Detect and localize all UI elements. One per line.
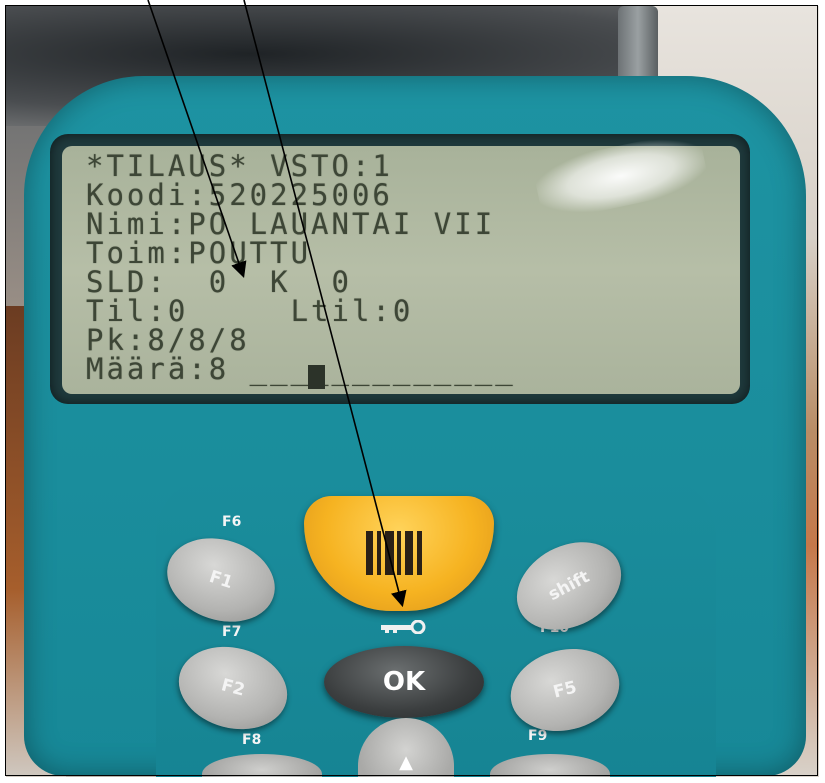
f8-label: F8 (242, 732, 262, 748)
screen-line-orders: Til:0 Ltil:0 (86, 294, 414, 328)
up-arrow-icon: ▲ (399, 752, 413, 773)
device-photo: *TILAUS* VSTO:1 Koodi:520225006 Nimi:PO … (6, 6, 819, 777)
quantity-field[interactable]: Määrä:8 _____________ (86, 355, 516, 384)
text-cursor (308, 365, 325, 389)
device-antenna (618, 6, 658, 84)
f7-label: F7 (222, 624, 242, 640)
ok-button[interactable]: OK (324, 646, 484, 718)
screen-line-supplier: Toim:POUTTU (86, 236, 312, 270)
screen-line-balance: SLD: 0 K 0 (86, 265, 352, 299)
key-icon (381, 620, 426, 634)
screen-line-code: Koodi:520225006 (86, 178, 393, 212)
f6-label: F6 (222, 514, 242, 530)
screen-line-header: *TILAUS* VSTO:1 (86, 149, 393, 183)
barcode-icon (366, 531, 422, 575)
screen-line-package: Pk:8/8/8 (86, 323, 250, 357)
screen-line-name: Nimi:PO LAUANTAI VII (86, 207, 496, 241)
f9-label: F9 (528, 728, 548, 744)
